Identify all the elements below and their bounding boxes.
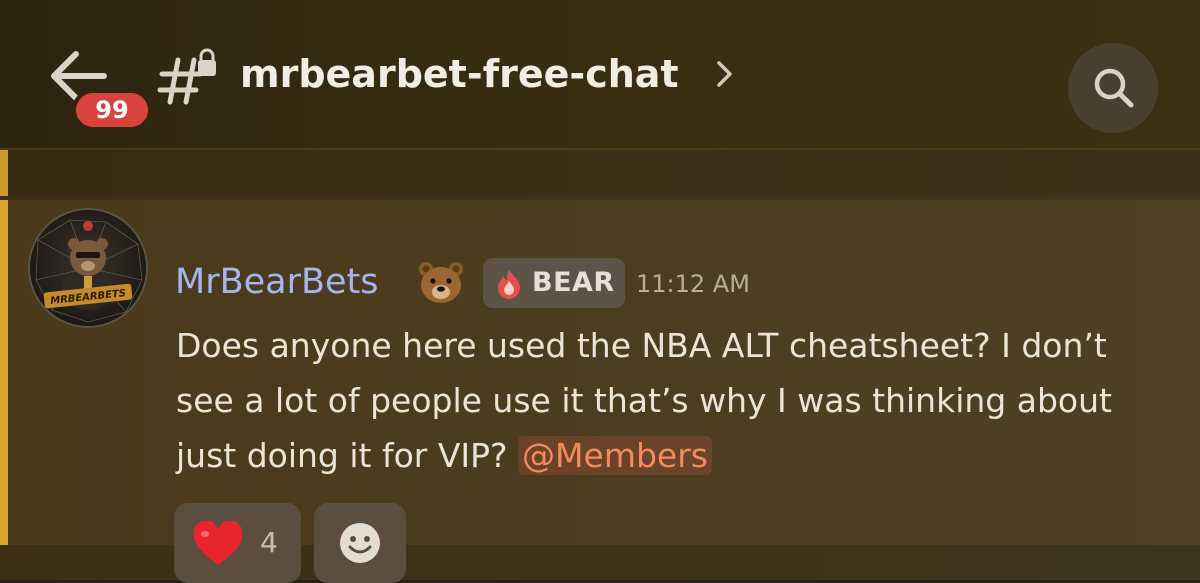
message-timestamp: 11:12 AM (636, 270, 750, 298)
message-content[interactable]: Does anyone here used the NBA ALT cheats… (176, 318, 1136, 483)
flame-icon (498, 270, 520, 299)
avatar[interactable]: MRBEARBETS (28, 208, 148, 328)
add-reaction-button[interactable] (314, 503, 406, 583)
role-tag[interactable]: BEAR (483, 258, 625, 308)
search-icon (1094, 68, 1134, 108)
locked-text-channel-icon (156, 46, 220, 106)
message-spacer (8, 150, 1200, 196)
reaction-count: 4 (260, 526, 278, 559)
add-reaction-smiley-icon (340, 523, 380, 563)
author-name[interactable]: MrBearBets (175, 258, 378, 306)
role-tag-label: BEAR (532, 267, 615, 298)
reaction-heart[interactable]: 4 (174, 503, 301, 583)
channel-name[interactable]: mrbearbet-free-chat (240, 46, 679, 102)
channel-header: 99 mrbearbet-free-chat (0, 0, 1200, 150)
mention-highlight-bar (0, 200, 8, 545)
role-mention[interactable]: @Members (518, 436, 712, 475)
highlight-bar (0, 150, 8, 196)
search-button[interactable] (1068, 43, 1158, 133)
unread-badge: 99 (72, 89, 152, 131)
red-heart-icon (193, 521, 243, 565)
message-item[interactable]: MRBEARBETS MrBearBets BEAR 11:12 AM Does… (0, 200, 1200, 583)
bear-emoji-icon (417, 260, 465, 306)
chevron-right-icon[interactable] (714, 58, 736, 90)
message-list[interactable]: MRBEARBETS MrBearBets BEAR 11:12 AM Does… (0, 150, 1200, 583)
